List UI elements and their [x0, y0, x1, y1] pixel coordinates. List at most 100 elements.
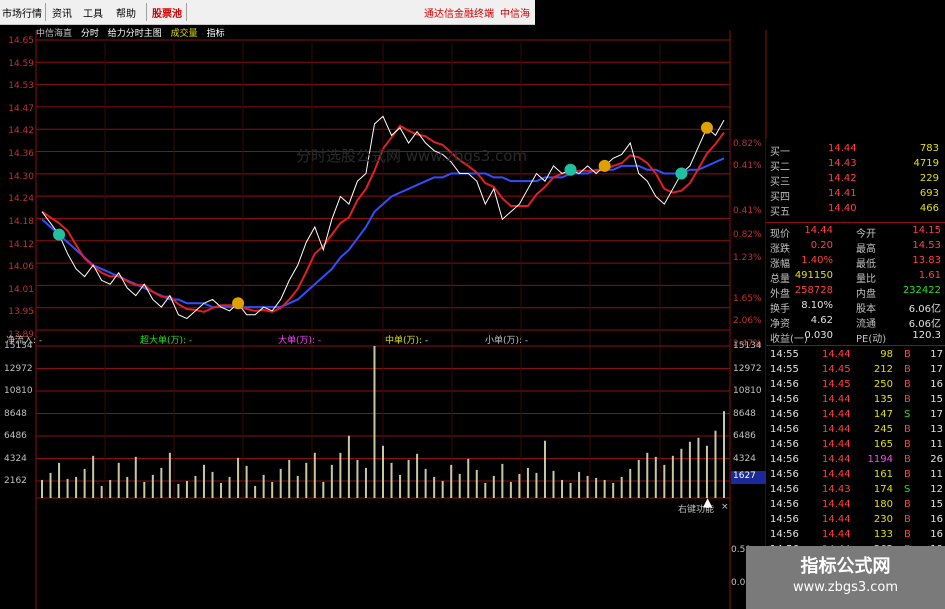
volume-bar: [646, 452, 649, 498]
tick-count: 11: [930, 439, 943, 450]
tick-direction: B: [904, 499, 911, 510]
volume-bar: [279, 468, 282, 498]
stat-label: 最高: [856, 244, 876, 255]
volume-bar: [723, 411, 725, 498]
volume-bar: [41, 479, 43, 498]
pct-tick-label: 2.06%: [733, 316, 762, 326]
tick-row: 14:55 14.44 98 B 17: [766, 348, 945, 363]
volume-bar: [612, 482, 615, 498]
volume-bar: [671, 455, 674, 498]
tick-direction: B: [904, 514, 911, 525]
tick-count: 15: [930, 394, 943, 405]
stat-value: 491150: [794, 270, 833, 281]
volume-bar: [697, 437, 700, 498]
stat-label: 今开: [856, 229, 876, 240]
volume-bar: [637, 459, 640, 498]
stat-label: 股本: [856, 304, 876, 315]
stat-row: 涨跌 0.20 最高 14.53: [766, 239, 945, 255]
volume-bar: [586, 475, 589, 498]
tick-price: 14.43: [822, 484, 851, 495]
volume-tick-label-right: 8648: [733, 408, 756, 419]
volume-tick-label: 2162: [4, 476, 27, 486]
tick-time: 14:56: [770, 454, 799, 465]
volume-bar: [450, 464, 453, 498]
volume-bar: [518, 473, 521, 498]
tick-price: 14.44: [822, 454, 851, 465]
volume-tick-label-right: 10810: [733, 386, 762, 396]
volume-bar: [424, 468, 427, 498]
volume-bar: [305, 462, 308, 498]
bid-row: 买二 14.43 4719: [766, 157, 945, 173]
tick-row: 14:56 14.44 1194 B 26: [766, 453, 945, 468]
tick-volume: 133: [873, 529, 893, 540]
stat-label: 内盘: [856, 289, 876, 300]
volume-bar: [467, 458, 470, 498]
bid-price: 14.41: [828, 188, 857, 199]
tick-volume: 174: [873, 484, 893, 495]
volume-bar: [245, 465, 248, 498]
volume-bar: [416, 453, 419, 498]
pct-tick-label: 0.82%: [733, 139, 762, 149]
volume-bar: [228, 476, 231, 498]
price-tick-label: 14.36: [8, 149, 34, 160]
tick-volume: 135: [873, 394, 893, 405]
volume-bar: [100, 485, 103, 498]
volume-bar: [705, 445, 708, 498]
stat-label: 换手: [770, 304, 790, 315]
small-order-label: 小单(万): -: [485, 336, 529, 346]
tick-price: 14.44: [822, 394, 851, 405]
volume-bar: [134, 456, 137, 498]
tick-row: 14:56 14.44 180 B 15: [766, 498, 945, 513]
tick-time: 14:56: [770, 514, 799, 525]
stat-row: 净资 4.62 流通 6.06亿: [766, 314, 945, 330]
medium-order-label: 中单(万): -: [385, 336, 429, 346]
tick-count: 16: [930, 379, 943, 390]
close-icon[interactable]: ×: [721, 502, 729, 512]
volume-bar: [629, 468, 632, 498]
tick-direction: B: [904, 424, 911, 435]
tick-row: 14:56 14.44 135 B 15: [766, 393, 945, 408]
volume-bar: [595, 477, 598, 498]
bid-price: 14.40: [828, 203, 857, 214]
price-tick-label: 14.47: [8, 103, 34, 114]
volume-tick-label: 6486: [4, 431, 27, 441]
signal-marker: [700, 121, 713, 134]
tick-direction: B: [904, 349, 911, 360]
pct-tick-label: 1.23%: [733, 253, 762, 263]
tick-price: 14.44: [822, 424, 851, 435]
volume-bar: [407, 459, 410, 498]
site-watermark-title: 指标公式网: [800, 556, 891, 577]
tick-direction: S: [904, 409, 911, 420]
tick-time: 14:56: [770, 469, 799, 480]
tick-count: 15: [930, 499, 943, 510]
bid-label: 买一: [770, 147, 790, 158]
stat-label: PE(动): [856, 334, 887, 345]
stat-value: 14.53: [912, 240, 941, 251]
bid-row: 买五 14.40 466: [766, 202, 945, 218]
tick-volume: 245: [873, 424, 893, 435]
stat-value: 1.40%: [801, 255, 833, 266]
stat-label: 流通: [856, 319, 876, 330]
pct-tick-label: 0.82%: [733, 230, 762, 240]
volume-bar: [322, 481, 325, 498]
volume-tick-label: 10810: [4, 386, 33, 396]
tick-price: 14.45: [822, 379, 851, 390]
volume-bar: [262, 474, 265, 498]
volume-bar: [714, 430, 717, 498]
stat-label: 收益(一): [770, 334, 808, 345]
stat-label: 涨幅: [770, 259, 790, 270]
volume-tick-label-right: 6486: [733, 431, 756, 441]
volume-bar: [458, 473, 461, 498]
stat-row: 现价 14.44 今开 14.15: [766, 224, 945, 240]
volume-bar: [58, 462, 61, 498]
volume-bar: [237, 457, 240, 498]
bid-price: 14.44: [828, 143, 857, 154]
price-tick-label: 14.42: [8, 126, 34, 137]
volume-bar: [168, 452, 171, 498]
tick-volume: 1194: [867, 454, 893, 465]
stat-value: 14.44: [804, 225, 833, 236]
tick-price: 14.44: [822, 409, 851, 420]
tick-volume: 98: [880, 349, 893, 360]
volume-bar: [151, 474, 154, 498]
tick-volume: 212: [873, 364, 893, 375]
